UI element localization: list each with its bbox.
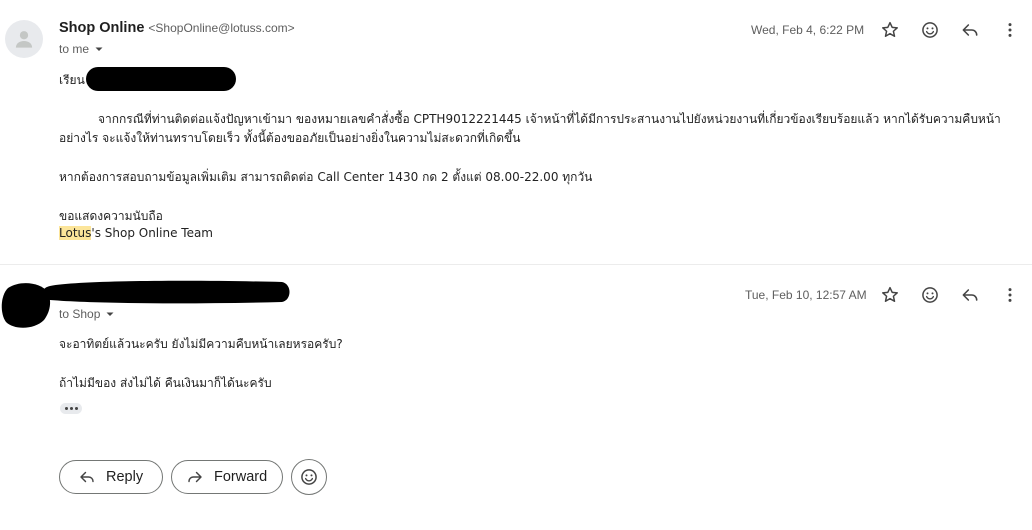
reply-icon	[80, 471, 94, 483]
body-paragraph-2: หากต้องการสอบถามข้อมูลเพิ่มเติม สามารถติ…	[59, 170, 593, 184]
sender-name-line: Shop Online <ShopOnline@lotuss.com>	[59, 20, 295, 36]
body-paragraph-1-line-2: อย่างไร จะแจ้งให้ท่านทราบโดยเร็ว ทั้งนี้…	[59, 131, 521, 145]
sender-avatar[interactable]	[5, 20, 43, 58]
more-vert-icon	[1008, 288, 1012, 302]
star-button-2[interactable]	[876, 281, 904, 309]
body-paragraph-1-line-1: จากกรณีที่ท่านติดต่อแจ้งปัญหาเข้ามา ของห…	[98, 112, 1001, 126]
forward-action-label: Forward	[214, 469, 268, 485]
person-icon	[15, 31, 33, 48]
reply-button[interactable]	[956, 16, 984, 44]
recipient-details-toggle[interactable]: to me	[59, 42, 105, 56]
caret-down-icon	[106, 312, 114, 316]
reply-line-1: จะอาทิตย์แล้วนะครับ ยังไม่มีความคืบหน้าเ…	[59, 337, 343, 351]
emoji-icon	[922, 22, 938, 38]
message-date-2: Tue, Feb 10, 12:57 AM	[745, 288, 867, 302]
reply-action-button[interactable]: Reply	[59, 460, 163, 494]
more-options-button-2[interactable]	[996, 281, 1024, 309]
star-button[interactable]	[876, 16, 904, 44]
greeting: เรียน	[59, 73, 85, 87]
sender-email: <ShopOnline@lotuss.com>	[148, 21, 295, 35]
redacted-sender-block	[1, 280, 290, 328]
signature: Lotus's Shop Online Team	[59, 226, 213, 240]
forward-icon	[188, 471, 202, 483]
caret-down-icon	[95, 47, 103, 51]
recipient-details-toggle-2[interactable]: to Shop	[59, 307, 116, 321]
message-date: Wed, Feb 4, 6:22 PM	[751, 23, 865, 37]
show-trimmed-content-button[interactable]	[60, 403, 82, 414]
reply-line-2: ถ้าไม่มีของ ส่งไม่ได้ คืนเงินมาก็ได้นะคร…	[59, 376, 272, 390]
closing-text: ขอแสดงความนับถือ	[59, 209, 163, 223]
redacted-recipient-name	[86, 67, 236, 91]
reply-icon	[962, 289, 978, 301]
star-icon	[882, 286, 898, 302]
more-vert-icon	[1008, 23, 1012, 37]
to-label-2: to Shop	[59, 307, 101, 321]
reply-icon	[962, 24, 978, 36]
more-options-button[interactable]	[996, 16, 1024, 44]
star-icon	[882, 21, 898, 37]
sender-name[interactable]: Shop Online	[59, 20, 144, 36]
emoji-icon	[922, 287, 938, 303]
reply-action-label: Reply	[106, 469, 144, 485]
to-label: to me	[59, 42, 90, 56]
emoji-reaction-button-2[interactable]	[916, 281, 944, 309]
emoji-icon	[301, 469, 317, 485]
signature-highlight: Lotus	[59, 226, 92, 240]
message-divider	[0, 264, 1032, 265]
emoji-reaction-action-button[interactable]	[291, 459, 327, 495]
emoji-reaction-button[interactable]	[916, 16, 944, 44]
signature-rest: 's Shop Online Team	[91, 226, 213, 240]
forward-action-button[interactable]: Forward	[171, 460, 283, 494]
reply-button-2[interactable]	[956, 281, 984, 309]
